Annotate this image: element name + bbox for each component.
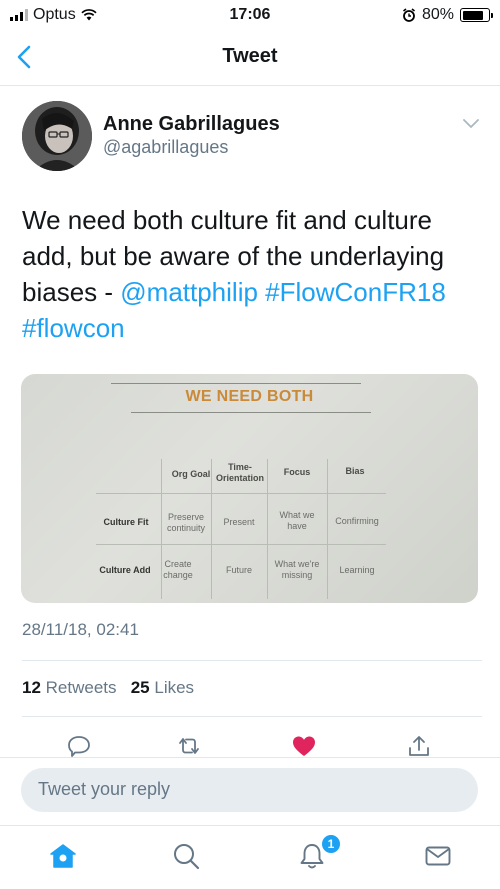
slide-cell: Learning bbox=[339, 565, 375, 575]
divider bbox=[22, 660, 482, 661]
slide-col-header: Bias bbox=[345, 466, 365, 476]
slide-cell: Present bbox=[223, 517, 255, 527]
tweet-image[interactable]: WE NEED BOTH Org Goal Time- Orientation … bbox=[21, 374, 478, 603]
messages-icon[interactable] bbox=[423, 841, 453, 871]
likes-label[interactable]: Likes bbox=[154, 678, 194, 697]
hashtag-link[interactable]: #FlowConFR18 bbox=[265, 277, 446, 307]
slide-cell: What we have bbox=[279, 510, 315, 531]
home-icon[interactable] bbox=[48, 841, 78, 871]
slide-cell: Preserve continuity bbox=[166, 512, 206, 533]
reply-placeholder: Tweet your reply bbox=[38, 779, 171, 799]
reply-icon[interactable] bbox=[66, 734, 92, 758]
mention-link[interactable]: @mattphilip bbox=[120, 277, 258, 307]
author-name[interactable]: Anne Gabrillagues bbox=[103, 113, 280, 136]
status-right: 80% bbox=[402, 6, 493, 24]
slide-cell: Create change bbox=[163, 559, 193, 580]
slide-title: WE NEED BOTH bbox=[185, 388, 314, 405]
tweet-stats: 12 Retweets 25 Likes bbox=[22, 678, 194, 698]
notifications-badge: 1 bbox=[320, 833, 342, 855]
avatar-photo bbox=[22, 101, 92, 171]
chevron-down-icon[interactable] bbox=[462, 118, 480, 130]
slide-col-header: Time- Orientation bbox=[215, 462, 264, 483]
slide-cell: Future bbox=[225, 565, 252, 575]
share-icon[interactable] bbox=[406, 734, 432, 758]
hashtag-link[interactable]: #flowcon bbox=[22, 313, 125, 343]
divider bbox=[22, 716, 482, 717]
slide-row-header: Culture Add bbox=[99, 565, 151, 575]
avatar[interactable] bbox=[22, 101, 92, 171]
reply-input[interactable]: Tweet your reply bbox=[21, 768, 478, 812]
page-title: Tweet bbox=[222, 45, 278, 67]
tab-bar: 1 bbox=[0, 825, 500, 889]
nav-bar: Tweet bbox=[0, 30, 500, 86]
tweet-text: We need both culture fit and culture add… bbox=[22, 202, 482, 346]
tweet-timestamp: 28/11/18, 02:41 bbox=[22, 620, 139, 639]
retweets-label[interactable]: Retweets bbox=[46, 678, 117, 697]
divider bbox=[0, 757, 500, 758]
alarm-icon bbox=[402, 8, 415, 22]
retweets-count[interactable]: 12 bbox=[22, 678, 41, 697]
likes-count[interactable]: 25 bbox=[131, 678, 150, 697]
like-icon[interactable] bbox=[291, 734, 317, 758]
author-handle[interactable]: @agabrillagues bbox=[103, 137, 228, 158]
search-icon[interactable] bbox=[171, 841, 201, 871]
status-bar: Optus 17:06 80% bbox=[0, 0, 500, 30]
battery-fill bbox=[462, 10, 483, 20]
slide-row-header: Culture Fit bbox=[103, 517, 149, 527]
slide-cell: Confirming bbox=[335, 516, 379, 526]
battery-percent: 80% bbox=[421, 6, 454, 23]
slide-cell: What we're missing bbox=[274, 559, 320, 580]
retweet-icon[interactable] bbox=[176, 734, 202, 758]
slide-col-header: Focus bbox=[283, 467, 311, 477]
battery-icon bbox=[460, 8, 493, 22]
